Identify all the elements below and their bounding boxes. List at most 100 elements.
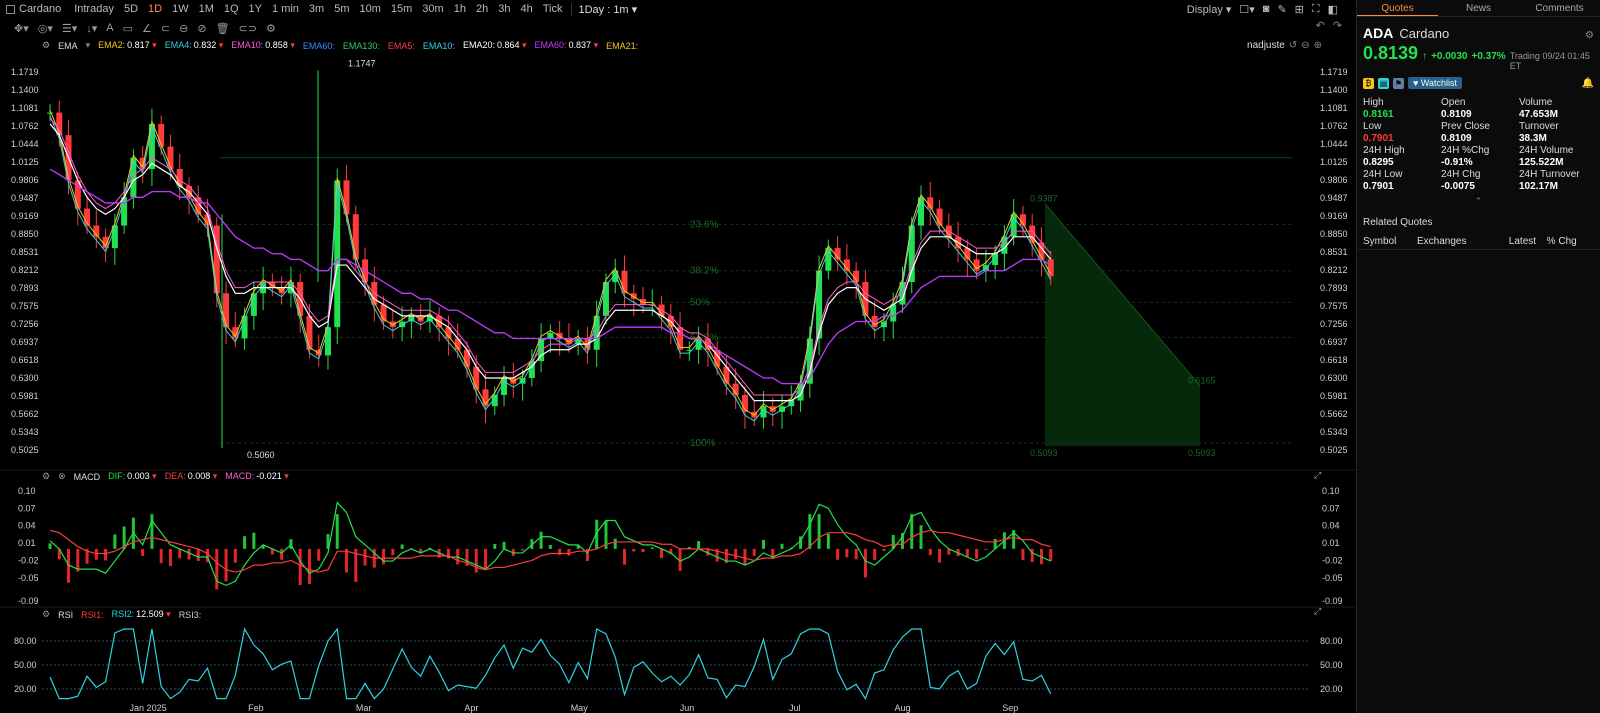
legend-item[interactable]: EMA5:	[388, 41, 415, 51]
close-icon[interactable]: ⊗	[58, 471, 66, 482]
legend-item[interactable]: EMA60: 0.837 ▾	[535, 40, 599, 51]
price-change-pct: +0.37%	[1471, 51, 1506, 62]
legend-label: EMA10:	[231, 40, 264, 50]
macd-bar	[863, 548, 867, 578]
reset-icon[interactable]: ↺	[1289, 40, 1297, 51]
macd-bar	[817, 514, 821, 549]
minus-icon[interactable]: ⊖	[1301, 40, 1309, 51]
rsi-tick-left: 80.00	[14, 636, 37, 646]
price-tick-left: 0.8850	[11, 229, 39, 239]
stat-label: Turnover	[1519, 121, 1559, 132]
flag-icon[interactable]: ⚑	[1393, 77, 1404, 89]
macd-tick-left: 0.10	[18, 486, 36, 496]
coin-icon[interactable]: ₿	[1363, 77, 1374, 89]
price-tick-left: 0.6937	[11, 337, 39, 347]
macd-bar	[215, 548, 219, 590]
chevron-down-icon: ▾	[149, 471, 157, 481]
tab-quotes[interactable]: Quotes	[1357, 0, 1438, 16]
legend-item[interactable]: RSI1:	[81, 610, 104, 620]
chevron-down-icon: ▾	[216, 40, 224, 50]
rsi-tick-left: 20.00	[14, 684, 37, 694]
gear-icon[interactable]: ⚙	[42, 471, 50, 482]
stat-value: 102.17M	[1519, 181, 1558, 192]
macd-bar	[382, 548, 386, 565]
stat-label: Volume	[1519, 97, 1553, 108]
legend-item[interactable]: RSI2: 12.509 ▾	[112, 609, 171, 620]
tab-comments[interactable]: Comments	[1519, 0, 1600, 16]
chart-canvas[interactable]: 1.1719 1.1719 1.1400 1.1400 1.1081 1.1081 1.07…	[0, 0, 1355, 713]
date-tick: Jan 2025	[130, 703, 167, 713]
macd-bar	[150, 514, 154, 549]
ema2-line	[49, 110, 1052, 416]
macd-bar	[1021, 548, 1025, 561]
price-tick-right: 0.8850	[1320, 229, 1348, 239]
legend-item[interactable]: EMA2: 0.817 ▾	[98, 40, 157, 51]
legend-item[interactable]: EMA20: 0.864 ▾	[463, 40, 527, 51]
macd-bar	[938, 548, 942, 563]
macd-bar	[243, 536, 247, 549]
legend-value: 12.509	[136, 609, 164, 619]
macd-bar	[567, 548, 571, 556]
macd-bar	[521, 548, 525, 551]
macd-bar	[224, 548, 228, 582]
legend-item[interactable]: EMA4: 0.832 ▾	[165, 40, 224, 51]
watchlist-button[interactable]: ♥ Watchlist	[1408, 77, 1463, 89]
related-col-latest[interactable]: Latest	[1509, 236, 1547, 247]
legend-item[interactable]: EMA21:	[606, 41, 638, 51]
macd-bar	[650, 547, 654, 549]
macd-bar	[280, 548, 284, 560]
macd-bar	[734, 548, 738, 560]
collapse-icon[interactable]: ⌃	[1357, 196, 1600, 207]
price-tick-right: 1.0762	[1320, 121, 1348, 131]
macd-bar	[808, 514, 812, 549]
quote-panel: Quotes News Comments ADA Cardano ⚙ 0.8139 …	[1356, 0, 1600, 713]
gear-icon[interactable]: ⚙	[42, 609, 50, 620]
legend-item[interactable]: DEA: 0.008 ▾	[165, 471, 218, 482]
legend-item[interactable]: MACD: -0.021 ▾	[225, 471, 289, 482]
legend-item[interactable]: EMA10: 0.858 ▾	[231, 40, 295, 51]
ema-legend-name[interactable]: EMA	[58, 41, 78, 51]
price-tick-right: 0.6937	[1320, 337, 1348, 347]
macd-bar	[632, 548, 636, 552]
related-col-chg[interactable]: % Chg	[1547, 236, 1594, 247]
price-tick-left: 0.7575	[11, 301, 39, 311]
legend-item[interactable]: RSI3:	[179, 610, 202, 620]
settings-icon[interactable]: ⚙	[1585, 30, 1594, 41]
related-col-exchanges[interactable]: Exchanges	[1417, 236, 1509, 247]
gear-icon[interactable]: ⚙	[42, 40, 50, 51]
price-annotation: 0.5093	[1188, 448, 1216, 458]
macd-bar	[484, 548, 488, 570]
stat-label: Open	[1441, 97, 1466, 108]
candle-body	[334, 180, 341, 328]
tab-news[interactable]: News	[1438, 0, 1519, 16]
related-col-symbol[interactable]: Symbol	[1363, 236, 1417, 247]
bell-icon[interactable]: 🔔	[1582, 78, 1594, 89]
price-tick-right: 0.9169	[1320, 211, 1348, 221]
price-change: +0.0030	[1431, 51, 1468, 62]
chevron-down-icon[interactable]: ▾	[86, 40, 91, 51]
macd-tick-left: 0.07	[18, 503, 36, 513]
macd-legend-name[interactable]: MACD	[74, 472, 101, 482]
macd-tick-left: 0.01	[18, 538, 36, 548]
stat-value: 0.8109	[1441, 133, 1472, 144]
macd-bar	[141, 548, 145, 557]
legend-item[interactable]: EMA10:	[423, 41, 455, 51]
chart-icon[interactable]: ▤	[1378, 77, 1389, 89]
projection-area	[1045, 203, 1200, 447]
price-tick-right: 1.1081	[1320, 103, 1348, 113]
last-price: 0.8139	[1363, 43, 1419, 63]
price-tick-left: 0.6618	[11, 355, 39, 365]
legend-value: 0.832	[193, 40, 217, 50]
legend-item[interactable]: EMA130:	[343, 41, 380, 51]
plus-icon[interactable]: ⊕	[1314, 40, 1322, 51]
legend-item[interactable]: DIF: 0.003 ▾	[108, 471, 157, 482]
macd-tick-right: 0.07	[1322, 503, 1340, 513]
price-tick-left: 1.1081	[11, 103, 39, 113]
trading-app: Cardano Intraday 5D 1D 1W 1M 1Q 1Y 1 min 3m 5m 10m…	[0, 0, 1600, 713]
rsi-legend-name[interactable]: RSI	[58, 610, 73, 620]
rsi-legend: ⚙ RSI RSI1: RSI2: 12.509 ▾ RSI3:	[42, 609, 201, 620]
legend-label: RSI1:	[81, 609, 104, 620]
legend-item[interactable]: EMA60:	[303, 41, 335, 51]
macd-bar	[854, 548, 858, 560]
adjust-label[interactable]: nadjuste	[1247, 40, 1285, 51]
